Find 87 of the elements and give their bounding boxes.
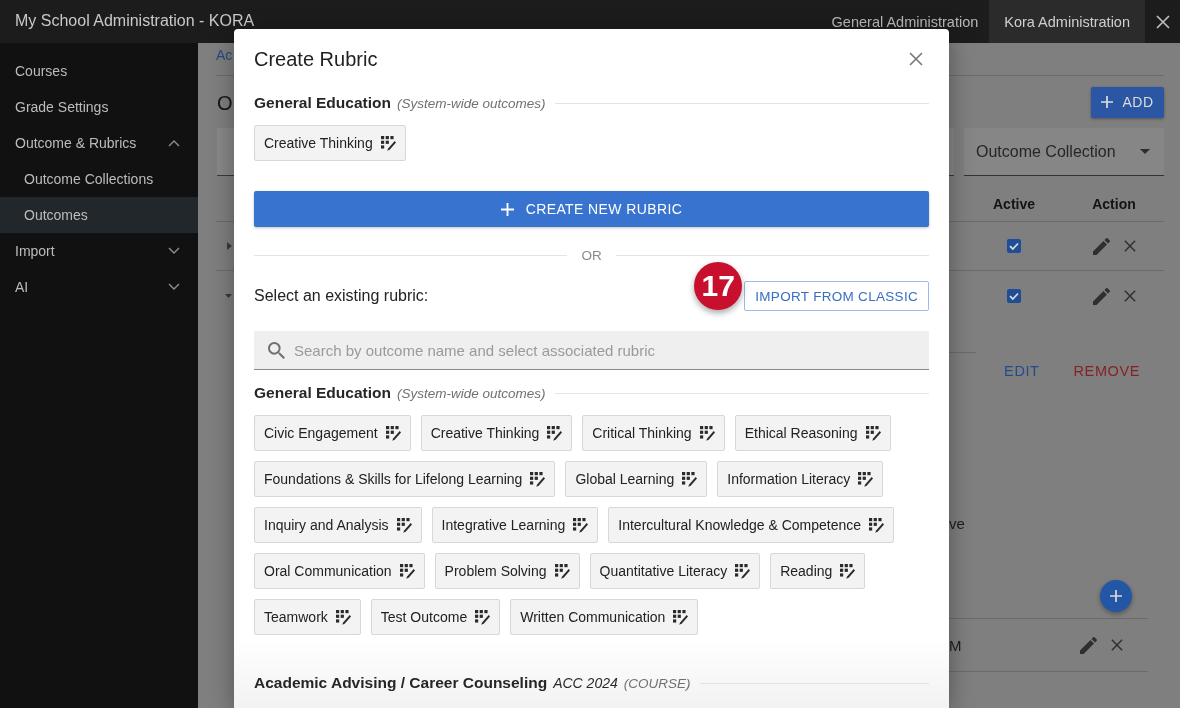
grid-pencil-icon [573, 517, 589, 533]
search-field[interactable]: Search by outcome name and select associated rubric [254, 331, 929, 370]
grid-pencil-icon [865, 425, 881, 441]
rubric-chip[interactable]: Critical Thinking [582, 415, 725, 451]
sidebar-item[interactable]: Import [0, 233, 198, 269]
rubric-chip[interactable]: Teamwork [254, 599, 361, 635]
column-header: Action [1091, 195, 1137, 214]
app-title: My School Administration - KORA [15, 12, 255, 30]
column-header: Active [992, 195, 1036, 214]
create-rubric-button[interactable]: CREATE NEW RUBRIC [254, 191, 929, 227]
grid-pencil-icon [380, 135, 396, 151]
checkbox[interactable] [1007, 239, 1021, 253]
section-title: General Education [254, 94, 391, 112]
grid-pencil-icon [396, 517, 412, 533]
add-fab[interactable] [1100, 580, 1132, 612]
section-title: General Education [254, 384, 391, 402]
rubric-chip[interactable]: Written Communication [510, 599, 699, 635]
pencil-icon[interactable] [1092, 287, 1110, 305]
sidebar-item[interactable]: Outcome Collections [0, 161, 198, 197]
description-text: ve [949, 515, 966, 533]
rubric-chip[interactable]: Quantitative Literacy [589, 553, 761, 589]
pencil-icon[interactable] [1080, 636, 1097, 654]
rubric-chip[interactable]: Oral Communication [254, 553, 425, 589]
rubric-chip[interactable]: Inquiry and Analysis [254, 507, 422, 543]
grid-pencil-icon [735, 563, 751, 579]
rubric-chip[interactable]: Ethical Reasoning [734, 415, 891, 451]
grid-pencil-icon [673, 609, 689, 625]
rubric-chip[interactable]: Integrative Learning [431, 507, 599, 543]
sidebar-item[interactable]: AI [0, 269, 198, 305]
caret-down-icon [1140, 149, 1150, 154]
grid-pencil-icon [869, 517, 885, 533]
plus-icon [1101, 96, 1114, 108]
rubric-chip[interactable]: Global Learning [565, 461, 708, 497]
select-label: Select an existing rubric: [254, 287, 429, 305]
grid-pencil-icon [858, 471, 874, 487]
plus-icon [500, 202, 514, 216]
pencil-icon[interactable] [1092, 237, 1110, 255]
sidebar-item[interactable]: Grade Settings [0, 89, 198, 125]
row-text: M [949, 636, 962, 654]
plus-icon [1110, 590, 1122, 602]
grid-pencil-icon [547, 425, 563, 441]
collection-dropdown[interactable]: Outcome Collection [964, 128, 1164, 176]
rubric-chip[interactable]: Intercultural Knowledge & Competence [608, 507, 895, 543]
section-title: Academic Advising / Career Counseling [254, 674, 548, 692]
sidebar-item[interactable]: Outcomes [0, 197, 198, 233]
top-tab[interactable]: General Administration [820, 0, 990, 43]
add-button[interactable]: ADD [1091, 86, 1164, 118]
rubric-chip[interactable]: Creative Thinking [420, 415, 573, 451]
separator-text: OR [581, 247, 602, 263]
rubric-chip[interactable]: Reading [770, 553, 866, 589]
grid-pencil-icon [840, 563, 856, 579]
text-field[interactable] [949, 128, 954, 176]
top-tab[interactable]: Kora Administration [989, 0, 1145, 43]
grid-pencil-icon [335, 609, 351, 625]
caret-right-icon[interactable] [227, 242, 232, 250]
grid-pencil-icon [699, 425, 715, 441]
rubric-chip[interactable]: Problem Solving [434, 553, 580, 589]
search-icon [268, 342, 285, 359]
x-icon[interactable] [1123, 290, 1136, 302]
text-field[interactable] [217, 128, 234, 176]
step-badge: 17 [694, 262, 743, 310]
rubric-chip[interactable]: Foundations & Skills for Lifelong Learning [254, 461, 556, 497]
checkbox[interactable] [1007, 289, 1021, 303]
grid-pencil-icon [554, 563, 570, 579]
caret-down-icon[interactable] [225, 294, 232, 298]
rubric-chip[interactable]: Civic Engagement [254, 415, 411, 451]
sidebar-item[interactable]: Outcome & Rubrics [0, 125, 198, 161]
rubric-chip[interactable]: Test Outcome [370, 599, 501, 635]
rubric-chip[interactable]: Creative Thinking [254, 125, 406, 161]
grid-pencil-icon [399, 563, 415, 579]
grid-pencil-icon [475, 609, 491, 625]
x-icon[interactable] [1111, 639, 1123, 651]
rubric-chip[interactable]: Information Literacy [717, 461, 884, 497]
close-icon[interactable] [909, 52, 923, 66]
section-note: (COURSE) [623, 675, 691, 691]
grid-pencil-icon [530, 471, 546, 487]
grid-pencil-icon [682, 471, 698, 487]
x-icon[interactable] [1123, 240, 1136, 252]
grid-pencil-icon [385, 425, 401, 441]
dialog-title: Create Rubric [254, 47, 378, 71]
page-heading: O [216, 92, 233, 114]
close-icon[interactable] [1155, 14, 1170, 29]
course-code: ACC 2024 [553, 675, 618, 691]
sidebar-item[interactable]: Courses [0, 53, 198, 89]
section-note: (System-wide outcomes) [396, 95, 546, 111]
section-note: (System-wide outcomes) [396, 385, 546, 401]
import-button[interactable]: IMPORT FROM CLASSIC [744, 281, 929, 311]
